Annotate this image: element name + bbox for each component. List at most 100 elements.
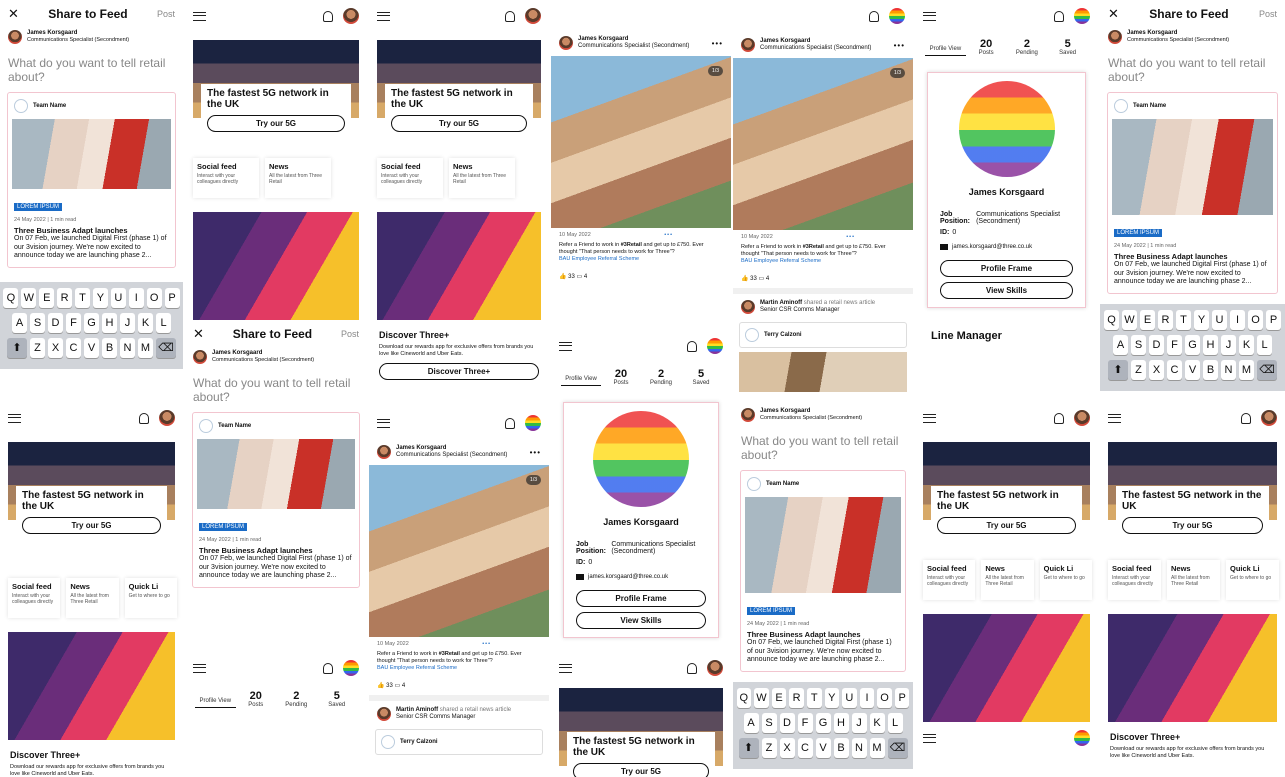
tab-posts[interactable]: 20 Posts	[236, 690, 277, 708]
key[interactable]: B	[1203, 359, 1218, 380]
discover-button[interactable]: Discover Three+	[379, 363, 539, 380]
key[interactable]: C	[1167, 359, 1182, 380]
menu-icon[interactable]	[1108, 413, 1121, 423]
article-card[interactable]: Team Name LOREM IPSUM 24 May 2022 | 1 mi…	[192, 412, 360, 588]
key[interactable]: E	[1140, 309, 1155, 330]
key[interactable]: Y	[824, 687, 840, 708]
key[interactable]: Z	[30, 337, 45, 358]
key[interactable]: P	[164, 287, 180, 308]
try-5g-button[interactable]: Try our 5G	[573, 763, 709, 777]
post-button[interactable]: Post	[341, 329, 359, 339]
tile-social-feed[interactable]: Social feed Interact with your colleagues…	[377, 158, 443, 198]
referral-link[interactable]: BAU Employee Referral Scheme	[377, 665, 457, 671]
try-5g-button[interactable]: Try our 5G	[1122, 517, 1263, 534]
menu-icon[interactable]	[193, 663, 206, 673]
key[interactable]: Q	[736, 687, 752, 708]
key[interactable]: T	[75, 287, 90, 308]
tile-quick-links[interactable]: Quick Li Get to where to go	[1040, 560, 1092, 600]
like-icon[interactable]: 👍	[559, 274, 566, 280]
key[interactable]: A	[12, 312, 27, 333]
avatar[interactable]	[525, 8, 541, 24]
avatar[interactable]	[525, 415, 541, 431]
comment-icon[interactable]: ▭	[395, 683, 401, 689]
key[interactable]: E	[771, 687, 787, 708]
menu-icon[interactable]	[923, 11, 936, 21]
tile-social-feed[interactable]: Social feed Interact with your colleagues…	[193, 158, 259, 198]
key[interactable]: V	[815, 737, 831, 758]
key[interactable]: L	[887, 712, 903, 733]
key[interactable]: R	[57, 287, 73, 308]
tile-news[interactable]: News All the latest from Three Retail	[265, 158, 331, 198]
key[interactable]: M	[1239, 359, 1254, 380]
tab-saved[interactable]: 5 Saved	[1047, 38, 1088, 56]
key[interactable]: J	[1221, 334, 1236, 355]
backspace-key[interactable]: ⌫	[156, 337, 176, 358]
key[interactable]: A	[743, 712, 759, 733]
backspace-key[interactable]: ⌫	[887, 737, 908, 758]
avatar[interactable]	[343, 8, 359, 24]
key[interactable]: W	[754, 687, 769, 708]
post-image[interactable]: 1/3	[369, 465, 549, 637]
profile-frame-button[interactable]: Profile Frame	[576, 590, 706, 607]
key[interactable]: F	[66, 312, 81, 333]
tile-social-feed[interactable]: Social feed Interact with your colleagues…	[1108, 560, 1161, 600]
key[interactable]: H	[102, 312, 117, 333]
tab-profile-view[interactable]: Profile View	[925, 46, 966, 56]
key[interactable]: Y	[1194, 309, 1209, 330]
bell-icon[interactable]	[505, 10, 515, 22]
try-5g-button[interactable]: Try our 5G	[937, 517, 1076, 534]
key[interactable]: G	[84, 312, 99, 333]
referral-link[interactable]: BAU Employee Referral Scheme	[559, 256, 639, 262]
bell-icon[interactable]	[687, 662, 697, 674]
key[interactable]: I	[859, 687, 875, 708]
more-icon[interactable]: •••	[894, 41, 905, 50]
key[interactable]: Z	[761, 737, 777, 758]
key[interactable]: W	[21, 287, 37, 308]
post-button[interactable]: Post	[157, 9, 175, 19]
view-skills-button[interactable]: View Skills	[940, 282, 1073, 299]
key[interactable]: K	[1239, 334, 1254, 355]
key[interactable]: U	[1212, 309, 1227, 330]
tile-social-feed[interactable]: Social feed Interact with your colleagues…	[923, 560, 975, 600]
tile-news[interactable]: News All the latest from Three Retail	[981, 560, 1033, 600]
key[interactable]: P	[894, 687, 910, 708]
post-image[interactable]: 1/3	[733, 58, 913, 230]
key[interactable]: D	[1149, 334, 1164, 355]
bell-icon[interactable]	[323, 662, 333, 674]
article-card[interactable]: Team Name LOREM IPSUM 24 May 2022 | 1 mi…	[740, 470, 906, 672]
key[interactable]: H	[833, 712, 849, 733]
key[interactable]: U	[110, 287, 126, 308]
shared-article-card[interactable]: Terry Calzoni	[739, 322, 907, 348]
key[interactable]: J	[851, 712, 867, 733]
tab-pending[interactable]: 2 Pending	[1007, 38, 1048, 56]
post-image[interactable]: 1/3	[551, 56, 731, 228]
key[interactable]: R	[1158, 309, 1173, 330]
key[interactable]: R	[789, 687, 804, 708]
key[interactable]: S	[1131, 334, 1146, 355]
key[interactable]: Q	[3, 287, 19, 308]
shift-key[interactable]: ⬆	[1108, 359, 1128, 380]
avatar[interactable]	[343, 660, 359, 676]
key[interactable]: C	[66, 337, 81, 358]
try-5g-button[interactable]: Try our 5G	[207, 115, 345, 132]
view-skills-button[interactable]: View Skills	[576, 612, 706, 629]
share-prompt[interactable]: What do you want to tell retail about?	[733, 424, 913, 462]
share-prompt[interactable]: What do you want to tell retail about?	[185, 366, 367, 404]
tab-pending[interactable]: 2 Pending	[641, 368, 681, 386]
bell-icon[interactable]	[869, 10, 879, 22]
more-icon[interactable]: •••	[530, 448, 541, 457]
tab-saved[interactable]: 5 Saved	[681, 368, 721, 386]
tile-news[interactable]: News All the latest from Three Retail	[66, 578, 118, 618]
menu-icon[interactable]	[559, 341, 572, 351]
bell-icon[interactable]	[139, 412, 149, 424]
tile-news[interactable]: News All the latest from Three Retail	[449, 158, 515, 198]
bell-icon[interactable]	[323, 10, 333, 22]
key[interactable]: Y	[93, 287, 108, 308]
key[interactable]: C	[797, 737, 813, 758]
key[interactable]: X	[1149, 359, 1164, 380]
bell-icon[interactable]	[505, 417, 515, 429]
key[interactable]: K	[138, 312, 153, 333]
bell-icon[interactable]	[1054, 10, 1064, 22]
key[interactable]: W	[1122, 309, 1137, 330]
key[interactable]: E	[39, 287, 55, 308]
